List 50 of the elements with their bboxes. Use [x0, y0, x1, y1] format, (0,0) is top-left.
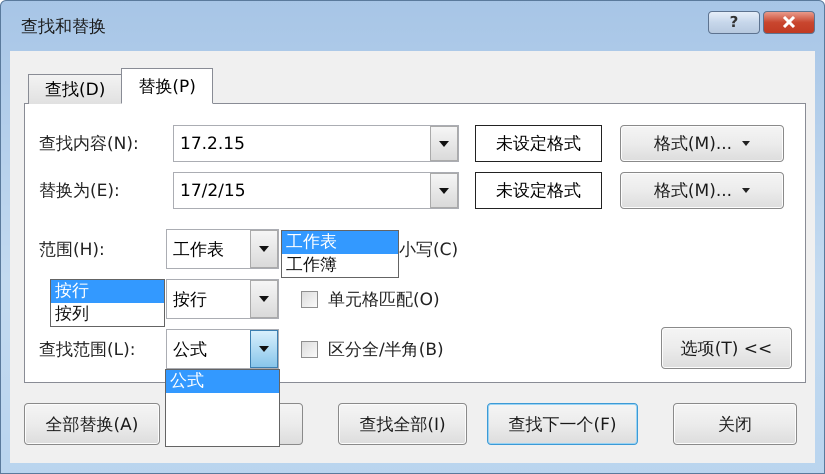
checkbox-label: 区分全/半角(B): [328, 338, 444, 360]
caret-icon: [259, 296, 269, 302]
format-status: 未设定格式: [475, 125, 602, 162]
dialog-button[interactable]: 查找全部(I): [338, 403, 467, 445]
dialog-button[interactable]: 全部替换(A): [24, 403, 160, 445]
field-label: 查找内容(N):: [39, 133, 139, 155]
combo-field[interactable]: 17/2/15: [173, 172, 459, 209]
combo-field[interactable]: 按行: [166, 279, 279, 319]
dropdown-button[interactable]: [250, 330, 278, 368]
close-icon: [782, 16, 796, 28]
list-option[interactable]: 按列: [51, 303, 164, 326]
field-label: 范围(H):: [39, 238, 105, 260]
dropdown-button[interactable]: [430, 126, 458, 161]
checkbox[interactable]: [301, 290, 318, 308]
combo-field[interactable]: 17.2.15: [173, 125, 459, 162]
list-option[interactable]: 工作簿: [282, 254, 398, 277]
dropdown-button[interactable]: [250, 280, 278, 318]
dialog-button[interactable]: 关闭: [673, 403, 797, 445]
dropdown-button[interactable]: [430, 173, 458, 208]
format-button[interactable]: 格式(M)...: [620, 125, 784, 162]
field-label: 查找范围(L):: [39, 338, 136, 360]
tab[interactable]: 替换(P): [121, 68, 213, 104]
checkbox-label: 小写(C): [399, 238, 458, 260]
window-title: 查找和替换: [21, 16, 107, 38]
tab[interactable]: 查找(D): [28, 74, 122, 104]
field-value: 按行: [173, 288, 207, 310]
caret-icon: [439, 140, 449, 146]
field-value: 17/2/15: [180, 180, 246, 200]
combo-field[interactable]: 公式: [166, 329, 279, 369]
field-value: 工作表: [173, 238, 224, 260]
format-status: 未设定格式: [475, 172, 602, 209]
field-label: 替换为(E):: [39, 180, 120, 202]
checkbox-label: 单元格匹配(O): [328, 288, 440, 310]
field-value: 公式: [173, 338, 207, 360]
dropdown-button[interactable]: [250, 230, 278, 268]
caret-icon: [259, 246, 269, 252]
caret-icon: [259, 346, 269, 352]
combo-field[interactable]: 工作表: [166, 229, 279, 269]
help-button[interactable]: ?: [708, 10, 760, 34]
button-label: 格式(M)...: [654, 180, 732, 202]
close-button[interactable]: [763, 10, 815, 34]
dialog-button[interactable]: 查找下一个(F): [487, 403, 638, 445]
format-button[interactable]: 格式(M)...: [620, 172, 784, 209]
caret-icon: [742, 188, 750, 193]
options-button[interactable]: 选项(T) <<: [661, 327, 792, 369]
caret-icon: [742, 141, 750, 146]
checkbox[interactable]: [301, 340, 318, 358]
field-value: 17.2.15: [180, 134, 245, 154]
button-label: 格式(M)...: [654, 133, 732, 155]
caret-icon: [439, 188, 449, 194]
